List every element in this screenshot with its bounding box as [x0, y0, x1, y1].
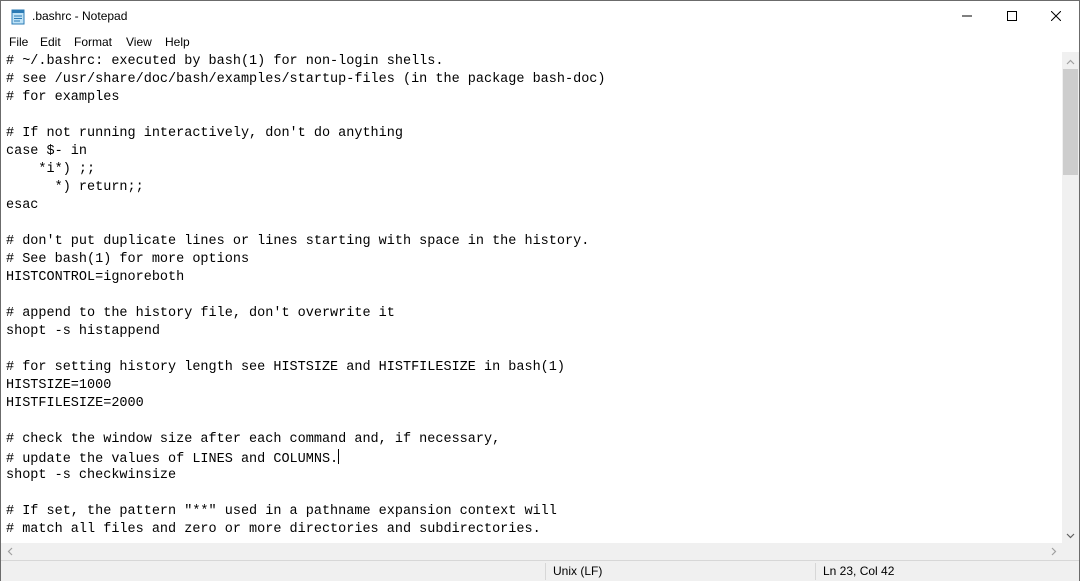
menu-edit[interactable]: Edit — [39, 34, 62, 50]
editor-line[interactable]: # If not running interactively, don't do… — [6, 125, 606, 143]
scroll-up-button[interactable] — [1062, 52, 1079, 69]
editor-line[interactable]: # don't put duplicate lines or lines sta… — [6, 233, 606, 251]
scroll-right-button[interactable] — [1045, 543, 1062, 560]
editor-line[interactable]: # See bash(1) for more options — [6, 251, 606, 269]
horizontal-scrollbar[interactable] — [1, 543, 1062, 560]
notepad-window: .bashrc - Notepad File Edit Format View — [0, 0, 1080, 581]
editor-line[interactable] — [6, 485, 606, 503]
editor-line[interactable]: # ~/.bashrc: executed by bash(1) for non… — [6, 53, 606, 71]
text-editor[interactable]: # ~/.bashrc: executed by bash(1) for non… — [1, 52, 1062, 543]
editor-line[interactable]: # append to the history file, don't over… — [6, 305, 606, 323]
vertical-scrollbar[interactable] — [1062, 52, 1079, 543]
close-button[interactable] — [1033, 1, 1079, 32]
maximize-button[interactable] — [989, 1, 1035, 32]
editor-line[interactable] — [6, 287, 606, 305]
editor-line[interactable]: shopt -s checkwinsize — [6, 467, 606, 485]
close-icon — [1050, 8, 1062, 26]
editor-line[interactable]: *) return;; — [6, 179, 606, 197]
editor-line[interactable] — [6, 413, 606, 431]
editor-line[interactable]: # update the values of LINES and COLUMNS… — [6, 449, 606, 467]
editor-line[interactable]: HISTCONTROL=ignoreboth — [6, 269, 606, 287]
window-title: .bashrc - Notepad — [32, 9, 128, 23]
editor-line[interactable]: HISTSIZE=1000 — [6, 377, 606, 395]
status-divider — [545, 563, 546, 580]
scroll-left-button[interactable] — [1, 543, 18, 560]
editor-line[interactable] — [6, 341, 606, 359]
editor-line[interactable]: # for setting history length see HISTSIZ… — [6, 359, 606, 377]
editor-line[interactable]: # match all files and zero or more direc… — [6, 521, 606, 539]
notepad-icon — [10, 8, 26, 25]
editor-line[interactable]: # see /usr/share/doc/bash/examples/start… — [6, 71, 606, 89]
chevron-right-icon — [1051, 543, 1057, 561]
maximize-icon — [1007, 8, 1017, 26]
scrollbar-corner — [1062, 543, 1079, 560]
text-caret — [338, 449, 340, 464]
chevron-up-icon — [1066, 52, 1075, 70]
editor-line[interactable]: # check the window size after each comma… — [6, 431, 606, 449]
chevron-left-icon — [7, 543, 13, 561]
title-bar[interactable]: .bashrc - Notepad — [1, 1, 1079, 32]
editor-line[interactable]: *i*) ;; — [6, 161, 606, 179]
editor-line[interactable]: shopt -s histappend — [6, 323, 606, 341]
vertical-scroll-thumb[interactable] — [1063, 69, 1078, 175]
editor-content[interactable]: # ~/.bashrc: executed by bash(1) for non… — [6, 53, 606, 539]
chevron-down-icon — [1066, 526, 1075, 544]
minimize-button[interactable] — [944, 1, 990, 32]
menu-help[interactable]: Help — [164, 34, 191, 50]
menu-format[interactable]: Format — [73, 34, 113, 50]
status-divider — [815, 563, 816, 580]
line-ending-status: Unix (LF) — [553, 564, 603, 578]
cursor-position-status: Ln 23, Col 42 — [823, 564, 895, 578]
editor-line[interactable]: # for examples — [6, 89, 606, 107]
editor-line[interactable]: # If set, the pattern "**" used in a pat… — [6, 503, 606, 521]
status-bar: Unix (LF) Ln 23, Col 42 — [1, 560, 1079, 581]
editor-line[interactable]: HISTFILESIZE=2000 — [6, 395, 606, 413]
minimize-icon — [962, 8, 972, 26]
editor-line[interactable] — [6, 215, 606, 233]
editor-line[interactable]: case $- in — [6, 143, 606, 161]
menu-view[interactable]: View — [125, 34, 153, 50]
menu-file[interactable]: File — [8, 34, 29, 50]
menu-bar: File Edit Format View Help — [1, 32, 1079, 52]
scroll-down-button[interactable] — [1062, 526, 1079, 543]
editor-line[interactable] — [6, 107, 606, 125]
editor-line[interactable]: esac — [6, 197, 606, 215]
